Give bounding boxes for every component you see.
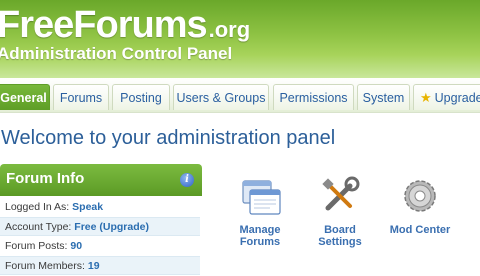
members-count: 19 — [87, 260, 100, 272]
tab-general[interactable]: General — [0, 84, 50, 110]
label-line: Forums — [239, 236, 281, 248]
info-row-account-type: Account Type: Free (Upgrade) — [0, 217, 200, 236]
info-label: Logged In As: — [5, 201, 70, 213]
label-line: Manage — [239, 224, 281, 236]
label-line: Settings — [318, 236, 362, 248]
board-settings-icon — [322, 176, 360, 211]
board-settings-label: Board Settings — [300, 224, 380, 248]
logo[interactable]: FreeForums.org — [0, 4, 250, 47]
tab-posting[interactable]: Posting — [112, 84, 170, 110]
tab-label: Forums — [59, 91, 103, 105]
tab-upgrade[interactable]: ★ Upgrade — [413, 84, 480, 110]
header-subtitle: Administration Control Panel — [0, 44, 233, 63]
tab-label: Users & Groups — [176, 91, 266, 105]
mod-center-icon — [404, 180, 436, 212]
header: FreeForums.org Administration Control Pa… — [0, 0, 480, 78]
tab-permissions[interactable]: Permissions — [273, 84, 354, 110]
upgrade-link[interactable]: (Upgrade) — [99, 221, 149, 233]
star-icon: ★ — [420, 90, 432, 105]
posts-count: 90 — [70, 240, 83, 252]
info-row-forum-posts: Forum Posts: 90 — [0, 237, 200, 256]
tab-label: Upgrade — [434, 91, 480, 105]
panel-title: Forum Info — [6, 170, 85, 187]
tab-label: Posting — [120, 91, 162, 105]
logo-main: FreeForums — [0, 4, 208, 46]
tab-label: Permissions — [279, 91, 348, 105]
info-label: Forum Posts: — [5, 240, 68, 252]
account-type-value: Free — [74, 221, 97, 233]
panel-header: Forum Info i — [0, 164, 202, 196]
manage-forums-label: Manage Forums — [220, 224, 300, 248]
label-line: Board — [324, 224, 356, 236]
username-link[interactable]: Speak — [72, 201, 103, 213]
tab-forums[interactable]: Forums — [53, 84, 109, 110]
main-nav: General Forums Posting Users & Groups Pe… — [0, 78, 480, 113]
info-row-forum-members: Forum Members: 19 — [0, 256, 200, 275]
forum-info-panel: Forum Info i Logged In As: Speak Account… — [0, 164, 202, 275]
info-row-logged-in: Logged In As: Speak — [0, 198, 200, 217]
info-label: Forum Members: — [5, 260, 85, 272]
mod-center-label: Mod Center — [380, 224, 460, 236]
label-line: Mod Center — [389, 224, 451, 236]
tab-label: System — [362, 91, 405, 105]
tab-system[interactable]: System — [357, 84, 410, 110]
page-title: Welcome to your administration panel — [1, 127, 336, 149]
info-icon[interactable]: i — [180, 173, 194, 187]
info-label: Account Type: — [5, 221, 72, 233]
logo-ext: .org — [208, 17, 251, 42]
tab-label: General — [0, 91, 47, 105]
manage-forums-icon — [242, 180, 281, 215]
tab-users-groups[interactable]: Users & Groups — [173, 84, 269, 110]
